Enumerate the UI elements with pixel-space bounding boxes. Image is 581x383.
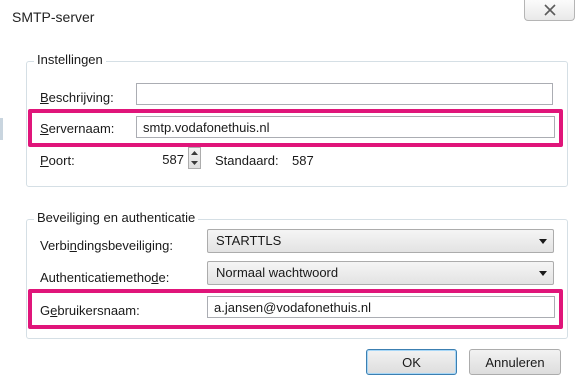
- cancel-button[interactable]: Annuleren: [469, 349, 561, 375]
- dropdown-arrow-icon: [539, 239, 547, 244]
- port-default-label: Standaard:: [215, 153, 279, 168]
- port-label: Poort:: [40, 153, 75, 168]
- servername-label: Servernaam:: [40, 121, 115, 136]
- close-icon: [543, 4, 556, 16]
- description-field[interactable]: [136, 83, 553, 105]
- close-button[interactable]: [524, 0, 575, 21]
- auth-method-label: Authenticatiemethode:: [40, 270, 170, 285]
- dropdown-arrow-icon: [539, 271, 547, 276]
- auth-method-value: Normaal wachtwoord: [216, 265, 339, 280]
- servername-field[interactable]: [136, 116, 555, 138]
- port-spinner[interactable]: [188, 147, 201, 169]
- port-default-value: 587: [292, 153, 314, 168]
- spin-up-button[interactable]: [189, 148, 200, 158]
- connection-security-label: Verbindingsbeveiliging:: [40, 238, 173, 253]
- chevron-down-icon: [191, 161, 198, 165]
- connection-security-value: STARTTLS: [216, 233, 282, 248]
- username-field[interactable]: [207, 296, 555, 318]
- chevron-up-icon: [191, 151, 198, 155]
- settings-group-title: Instellingen: [34, 52, 106, 67]
- security-group-title: Beveiliging en authenticatie: [34, 210, 199, 225]
- window-title: SMTP-server: [12, 9, 95, 25]
- window-edge-marker: [0, 118, 3, 140]
- description-label: Beschrijving:: [40, 90, 114, 105]
- auth-method-select[interactable]: Normaal wachtwoord: [207, 261, 554, 285]
- connection-security-select[interactable]: STARTTLS: [207, 229, 554, 253]
- ok-button[interactable]: OK: [366, 349, 457, 375]
- port-value[interactable]: 587: [150, 152, 184, 167]
- username-label: Gebruikersnaam:: [40, 303, 140, 318]
- spin-down-button[interactable]: [189, 158, 200, 168]
